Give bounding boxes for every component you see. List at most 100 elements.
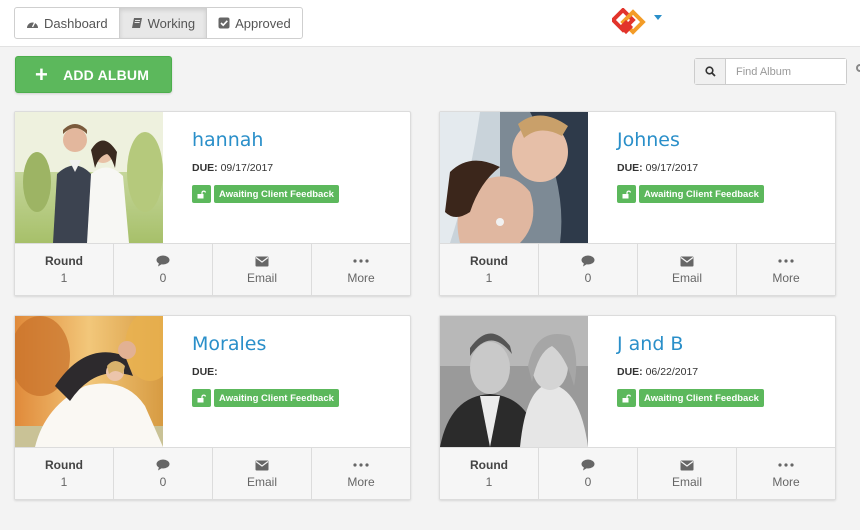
round-value: 1	[60, 271, 68, 285]
envelope-icon	[680, 458, 694, 472]
tab-working[interactable]: Working	[119, 8, 208, 38]
card-actions: Round 1 0 Email More	[440, 447, 835, 499]
status-badge: Awaiting Client Feedback	[639, 389, 764, 407]
more-label: More	[772, 271, 800, 285]
round-button[interactable]: Round 1	[440, 448, 539, 499]
due-date: DUE: 09/17/2017	[617, 162, 698, 174]
email-label: Email	[246, 475, 277, 489]
email-label: Email	[246, 271, 277, 285]
search-input[interactable]	[726, 59, 846, 84]
round-label: Round	[470, 458, 508, 472]
more-button[interactable]: More	[737, 448, 835, 499]
comment-icon	[156, 458, 170, 472]
more-button[interactable]: More	[737, 244, 835, 295]
due-value: 06/22/2017	[645, 366, 699, 378]
round-label: Round	[470, 254, 508, 268]
album-card: J and B DUE: 06/22/2017 Awaiting Client …	[439, 315, 836, 500]
album-search	[694, 58, 847, 85]
album-name[interactable]: hannah	[192, 129, 263, 151]
settings-icon[interactable]	[856, 64, 860, 72]
comment-icon	[581, 458, 595, 472]
top-bar: Dashboard Working Approved	[0, 0, 860, 47]
more-button[interactable]: More	[312, 244, 410, 295]
ellipsis-icon	[778, 458, 794, 472]
card-actions: Round 1 0 Email More	[440, 243, 835, 295]
email-label: Email	[671, 271, 702, 285]
more-button[interactable]: More	[312, 448, 410, 499]
account-menu-caret-icon[interactable]	[654, 15, 662, 20]
status-badges: Awaiting Client Feedback	[617, 389, 764, 407]
plus-icon: +	[35, 61, 49, 87]
round-button[interactable]: Round 1	[15, 244, 114, 295]
envelope-icon	[255, 458, 269, 472]
status-badges: Awaiting Client Feedback	[192, 185, 339, 203]
album-name[interactable]: Johnes	[617, 129, 680, 151]
comments-count: 0	[584, 475, 592, 489]
due-date: DUE:	[192, 366, 218, 378]
comments-count: 0	[584, 271, 592, 285]
app-logo[interactable]	[612, 8, 646, 38]
ellipsis-icon	[778, 254, 794, 268]
unlock-icon	[192, 389, 211, 407]
tab-approved[interactable]: Approved	[207, 8, 302, 38]
email-label: Email	[671, 475, 702, 489]
status-badges: Awaiting Client Feedback	[617, 185, 764, 203]
envelope-icon	[255, 254, 269, 268]
add-album-button[interactable]: + ADD ALBUM	[15, 56, 172, 93]
dashboard-gauge-icon	[27, 21, 38, 28]
comments-button[interactable]: 0	[114, 448, 213, 499]
status-badge: Awaiting Client Feedback	[214, 185, 339, 203]
comments-count: 0	[159, 475, 167, 489]
nav-tabs: Dashboard Working Approved	[14, 7, 303, 39]
due-value: 09/17/2017	[645, 162, 699, 174]
email-button[interactable]: Email	[638, 244, 737, 295]
more-label: More	[347, 271, 375, 285]
more-label: More	[347, 475, 375, 489]
email-button[interactable]: Email	[638, 448, 737, 499]
search-icon[interactable]	[695, 59, 726, 84]
book-icon	[131, 18, 142, 28]
album-card: hannah DUE: 09/17/2017 Awaiting Client F…	[14, 111, 411, 296]
due-date: DUE: 06/22/2017	[617, 366, 698, 378]
due-date: DUE: 09/17/2017	[192, 162, 273, 174]
album-photo[interactable]	[440, 316, 588, 447]
comments-button[interactable]: 0	[539, 448, 638, 499]
email-button[interactable]: Email	[213, 244, 312, 295]
status-badge: Awaiting Client Feedback	[214, 389, 339, 407]
card-actions: Round 1 0 Email More	[15, 447, 410, 499]
tab-approved-label: Approved	[235, 15, 291, 31]
tab-dashboard-label: Dashboard	[44, 15, 108, 31]
check-square-icon	[218, 17, 230, 29]
album-photo[interactable]	[15, 112, 163, 243]
round-label: Round	[45, 458, 83, 472]
album-card: Johnes DUE: 09/17/2017 Awaiting Client F…	[439, 111, 836, 296]
album-card: Morales DUE: Awaiting Client Feedback Ro…	[14, 315, 411, 500]
card-actions: Round 1 0 Email More	[15, 243, 410, 295]
more-label: More	[772, 475, 800, 489]
due-label: DUE:	[192, 366, 218, 378]
album-name[interactable]: Morales	[192, 333, 266, 355]
tab-dashboard[interactable]: Dashboard	[15, 8, 120, 38]
status-badges: Awaiting Client Feedback	[192, 389, 339, 407]
tab-working-label: Working	[147, 15, 196, 31]
round-value: 1	[485, 271, 493, 285]
comment-icon	[156, 254, 170, 268]
round-value: 1	[485, 475, 493, 489]
ellipsis-icon	[353, 254, 369, 268]
due-label: DUE:	[617, 366, 643, 378]
round-button[interactable]: Round 1	[15, 448, 114, 499]
album-name[interactable]: J and B	[617, 333, 683, 355]
due-label: DUE:	[617, 162, 643, 174]
round-button[interactable]: Round 1	[440, 244, 539, 295]
album-photo[interactable]	[15, 316, 163, 447]
due-label: DUE:	[192, 162, 218, 174]
comment-icon	[581, 254, 595, 268]
comments-button[interactable]: 0	[539, 244, 638, 295]
comments-button[interactable]: 0	[114, 244, 213, 295]
unlock-icon	[192, 185, 211, 203]
album-photo[interactable]	[440, 112, 588, 243]
unlock-icon	[617, 185, 636, 203]
comments-count: 0	[159, 271, 167, 285]
round-value: 1	[60, 475, 68, 489]
email-button[interactable]: Email	[213, 448, 312, 499]
